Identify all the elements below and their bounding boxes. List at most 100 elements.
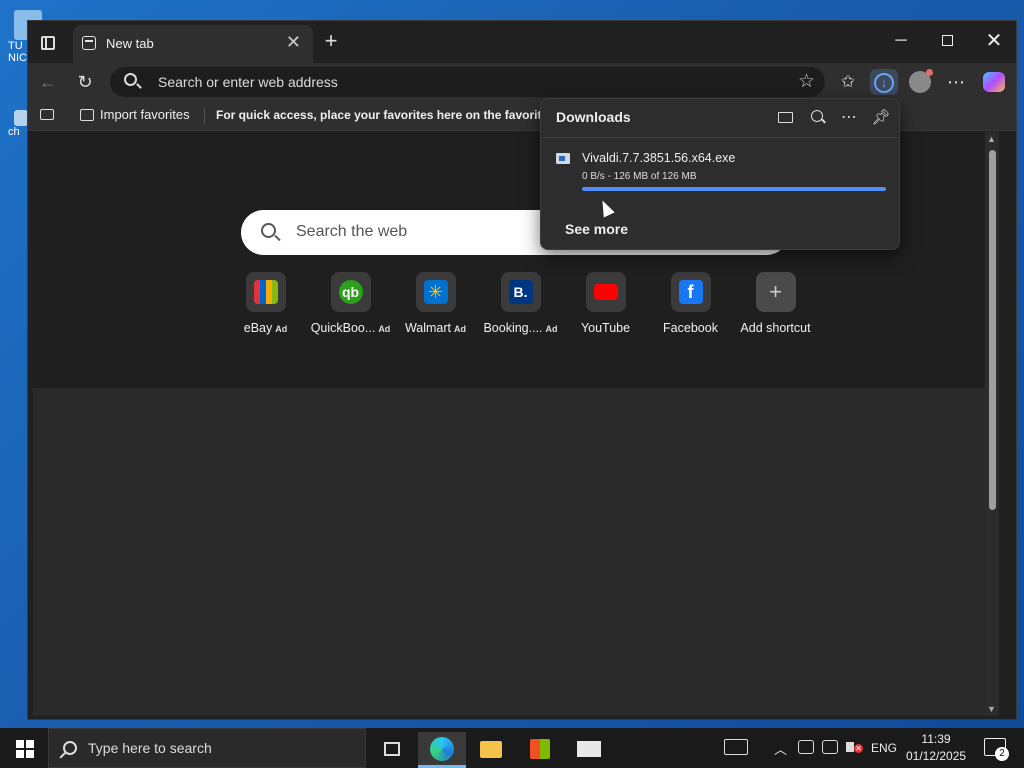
shortcut-facebook[interactable]: f Facebook bbox=[648, 272, 733, 335]
show-hidden-icons-chevron-icon[interactable]: ︿ bbox=[774, 739, 787, 768]
see-more-link[interactable]: See more bbox=[565, 221, 628, 237]
vertical-scrollbar[interactable]: ▲ ▼ bbox=[985, 132, 999, 716]
profile-button[interactable] bbox=[906, 69, 934, 95]
tab-new-tab[interactable]: New tab ✕ bbox=[73, 25, 313, 63]
taskbar-mail[interactable] bbox=[565, 732, 613, 768]
copilot-button[interactable] bbox=[980, 69, 1008, 95]
shortcuts-row: eBay Ad qb QuickBoo... Ad ✳ Walmart Ad B. B… bbox=[223, 272, 823, 342]
walmart-tile: ✳ bbox=[415, 272, 456, 312]
download-item[interactable]: Vivaldi.7.7.3851.56.x64.exe 0 B/s - 126 … bbox=[541, 147, 899, 197]
back-button[interactable]: ← bbox=[36, 71, 60, 93]
meet-now-icon[interactable] bbox=[798, 740, 814, 754]
title-bar: New tab ✕ + ─ ✕ bbox=[28, 21, 1016, 63]
address-placeholder: Search or enter web address bbox=[158, 74, 338, 90]
downloads-title: Downloads bbox=[556, 109, 631, 125]
shortcut-label: Booking.... Ad bbox=[483, 321, 558, 335]
new-tab-button[interactable]: + bbox=[320, 30, 342, 52]
downloads-button[interactable]: ↓ bbox=[870, 69, 898, 95]
shortcut-label: Walmart Ad bbox=[404, 321, 467, 335]
facebook-tile: f bbox=[670, 272, 711, 312]
tab-actions-icon[interactable] bbox=[38, 33, 58, 53]
folder-icon bbox=[777, 112, 793, 123]
web-search-placeholder: Search the web bbox=[296, 223, 408, 240]
add-shortcut-tile: + bbox=[755, 272, 796, 312]
shortcut-youtube[interactable]: YouTube bbox=[563, 272, 648, 335]
desktop-icon-tu[interactable]: TU NIC bbox=[0, 10, 42, 64]
language-indicator[interactable]: ENG bbox=[871, 741, 897, 768]
maximize-button[interactable] bbox=[924, 31, 970, 52]
booking-icon: B. bbox=[508, 280, 533, 304]
start-button[interactable] bbox=[16, 740, 34, 758]
shortcut-ebay[interactable]: eBay Ad bbox=[223, 272, 308, 335]
taskbar: Type here to search ︿ ✕ ENG 11:39 01/12/… bbox=[0, 728, 1024, 768]
search-icon bbox=[124, 73, 137, 86]
minimize-button[interactable]: ─ bbox=[878, 31, 924, 51]
open-downloads-folder-button[interactable] bbox=[773, 107, 797, 129]
clock-time: 11:39 bbox=[921, 732, 951, 746]
task-view-button[interactable] bbox=[368, 732, 416, 768]
search-icon bbox=[63, 741, 77, 755]
plus-icon: + bbox=[769, 279, 782, 304]
close-tab-icon[interactable]: ✕ bbox=[286, 33, 301, 51]
clock[interactable]: 11:39 01/12/2025 bbox=[906, 731, 966, 768]
clock-date: 01/12/2025 bbox=[906, 749, 967, 763]
shortcut-walmart[interactable]: ✳ Walmart Ad bbox=[393, 272, 478, 335]
shortcut-label: Add shortcut bbox=[740, 321, 811, 335]
desktop-icon-ch[interactable]: ch bbox=[0, 110, 30, 138]
taskbar-edge[interactable] bbox=[418, 732, 466, 768]
import-favorites-button[interactable]: Import favorites bbox=[80, 107, 190, 125]
download-progress-bar bbox=[582, 187, 886, 191]
divider bbox=[541, 137, 899, 138]
refresh-button[interactable]: ↻ bbox=[73, 71, 97, 93]
shortcut-label: QuickBoo... Ad bbox=[310, 321, 391, 335]
scrollbar-thumb[interactable] bbox=[989, 150, 996, 510]
volume-muted-icon[interactable]: ✕ bbox=[846, 740, 863, 754]
network-icon[interactable] bbox=[822, 740, 838, 754]
favorites-icon[interactable]: ✩ bbox=[834, 69, 862, 95]
folder-icon bbox=[480, 741, 502, 758]
taskbar-search-placeholder: Type here to search bbox=[88, 740, 212, 756]
ebay-tile bbox=[245, 272, 286, 312]
search-icon bbox=[261, 223, 276, 238]
shortcut-add[interactable]: + Add shortcut bbox=[733, 272, 818, 335]
desktop-icon-image bbox=[14, 110, 28, 126]
close-window-button[interactable]: ✕ bbox=[971, 31, 1017, 51]
quickbooks-icon: qb bbox=[338, 280, 363, 304]
shortcut-booking[interactable]: B. Booking.... Ad bbox=[478, 272, 563, 335]
notification-center-button[interactable]: 2 bbox=[984, 738, 1009, 761]
youtube-tile bbox=[585, 272, 626, 312]
favorites-bar-message: For quick access, place your favorites h… bbox=[216, 108, 541, 122]
scroll-up-icon[interactable]: ▲ bbox=[987, 134, 996, 144]
download-progress-fill bbox=[582, 187, 886, 191]
favorites-bar-toggle-icon[interactable] bbox=[40, 109, 54, 120]
download-filename: Vivaldi.7.7.3851.56.x64.exe bbox=[582, 151, 736, 165]
address-bar[interactable]: Search or enter web address ☆ bbox=[110, 67, 825, 97]
booking-tile: B. bbox=[500, 272, 541, 312]
settings-more-button[interactable]: ⋯ bbox=[942, 69, 970, 95]
downloads-more-options-button[interactable]: ⋯ bbox=[837, 107, 861, 129]
download-status: 0 B/s - 126 MB of 126 MB bbox=[582, 171, 697, 182]
shortcut-label: YouTube bbox=[580, 321, 631, 335]
task-view-icon bbox=[384, 742, 400, 756]
navigation-toolbar: ← ↻ Search or enter web address ☆ ✩ ↓ ⋯ bbox=[28, 63, 1016, 101]
pin-downloads-button[interactable]: 📌︎ bbox=[869, 107, 893, 129]
divider bbox=[204, 108, 205, 124]
youtube-icon bbox=[593, 284, 618, 300]
walmart-icon: ✳ bbox=[423, 280, 448, 304]
add-favorite-star-icon[interactable]: ☆ bbox=[798, 70, 815, 93]
scroll-down-icon[interactable]: ▼ bbox=[987, 704, 996, 714]
search-downloads-button[interactable] bbox=[805, 107, 829, 129]
avatar bbox=[909, 69, 933, 93]
import-favorites-label: Import favorites bbox=[100, 107, 190, 122]
exe-file-icon bbox=[556, 153, 570, 164]
ebay-icon bbox=[253, 280, 278, 304]
taskbar-search[interactable]: Type here to search bbox=[48, 728, 366, 768]
taskbar-store[interactable] bbox=[516, 732, 564, 768]
taskbar-file-explorer[interactable] bbox=[467, 732, 515, 768]
news-widget-icon[interactable] bbox=[724, 739, 748, 755]
downloads-panel: Downloads ⋯ 📌︎ Vivaldi.7.7.3851.56.x64.e… bbox=[540, 98, 900, 250]
search-icon bbox=[811, 110, 823, 122]
edge-icon bbox=[430, 737, 454, 761]
quickbooks-tile: qb bbox=[330, 272, 371, 312]
shortcut-quickbooks[interactable]: qb QuickBoo... Ad bbox=[308, 272, 393, 335]
